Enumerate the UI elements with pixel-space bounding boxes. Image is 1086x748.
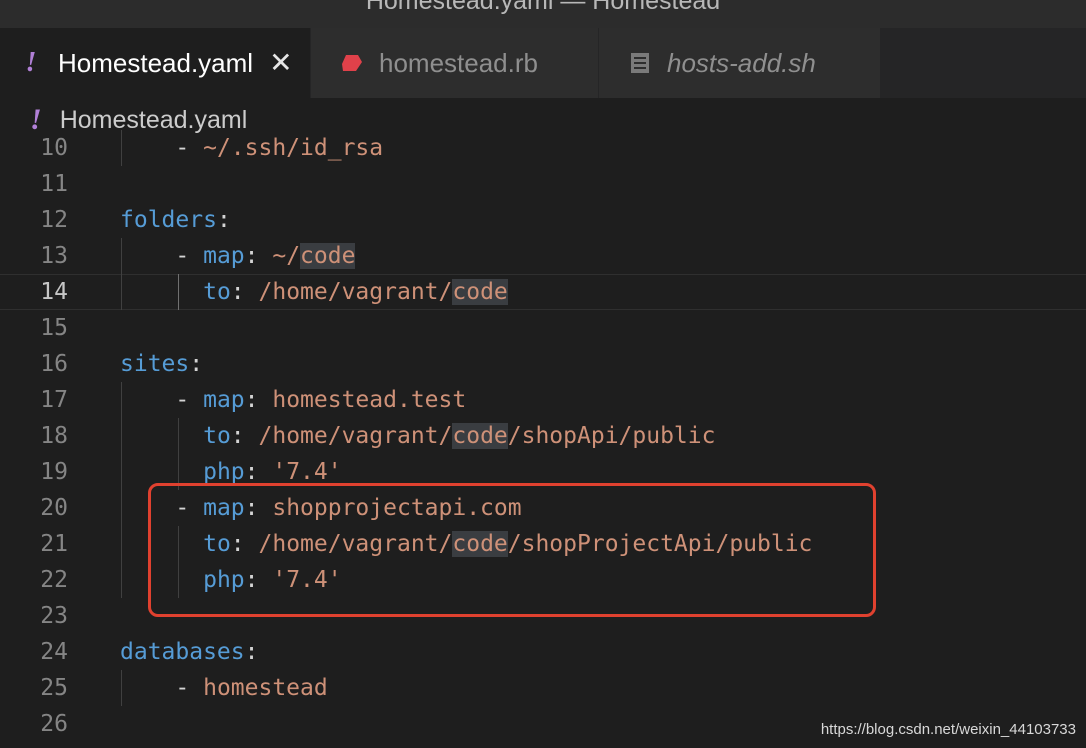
- code-token: :: [230, 279, 259, 305]
- yaml-exclamation-icon: !: [25, 47, 37, 78]
- line-code: to: /home/vagrant/code/shopApi/public: [120, 418, 715, 454]
- line-number: 19: [40, 459, 68, 485]
- line-code: - map: homestead.test: [120, 382, 466, 418]
- line-code: - map: ~/code: [120, 238, 356, 274]
- window-title: Homestead.yaml — Homestead: [365, 0, 721, 15]
- editor-tab-bar: ! Homestead.yaml ✕ homestead.rb hosts-ad…: [0, 28, 1086, 98]
- code-token: -: [120, 387, 204, 413]
- tab-homestead-yaml[interactable]: ! Homestead.yaml ✕: [0, 28, 310, 98]
- line-number: 18: [40, 423, 68, 449]
- tab-label: homestead.rb: [379, 47, 538, 78]
- line-number: 26: [40, 711, 68, 737]
- line-code: sites:: [120, 346, 203, 382]
- highlight-annotation-box: [148, 483, 876, 617]
- code-token: -: [120, 135, 204, 161]
- tab-label: Homestead.yaml: [58, 47, 254, 78]
- code-line[interactable]: 12 folders:: [0, 202, 1086, 238]
- code-line[interactable]: 17 - map: homestead.test: [0, 382, 1086, 418]
- line-number: 11: [40, 171, 68, 197]
- shell-file-icon: [627, 52, 653, 74]
- code-token: :: [189, 351, 204, 377]
- line-number: 10: [40, 135, 68, 161]
- line-number: 14: [40, 279, 68, 305]
- code-line[interactable]: 25 - homestead: [0, 670, 1086, 706]
- code-token: sites: [120, 351, 190, 377]
- code-editor[interactable]: 10 - ~/.ssh/id_rsa 11 12 folders: 13 - map: …: [0, 130, 1086, 748]
- line-number: 16: [40, 351, 68, 377]
- code-token: /home/vagrant/: [258, 279, 453, 305]
- line-number: 13: [40, 243, 68, 269]
- tab-homestead-rb[interactable]: homestead.rb: [311, 28, 598, 98]
- close-icon[interactable]: ✕: [269, 49, 292, 77]
- line-number: 21: [40, 531, 68, 557]
- code-token: databases: [120, 639, 245, 665]
- indent-guide: [178, 274, 179, 310]
- code-token: to: [203, 279, 231, 305]
- indent-guide: [178, 418, 179, 490]
- code-line[interactable]: 11: [0, 166, 1086, 202]
- ruby-gem-icon: [339, 53, 365, 73]
- code-token: :: [230, 423, 259, 449]
- code-token: folders: [120, 207, 217, 233]
- code-token: ~/: [272, 243, 301, 269]
- line-number: 24: [40, 639, 68, 665]
- tab-hosts-add-sh[interactable]: hosts-add.sh: [599, 28, 880, 98]
- code-token: :: [244, 387, 273, 413]
- line-code: folders:: [120, 202, 231, 238]
- code-token: :: [244, 459, 273, 485]
- code-token: map: [203, 387, 245, 413]
- line-code: databases:: [120, 634, 258, 670]
- code-token: /home/vagrant/: [258, 423, 453, 449]
- line-number: 23: [40, 603, 68, 629]
- code-token: /shopApi/public: [507, 423, 716, 449]
- code-line[interactable]: 24 databases:: [0, 634, 1086, 670]
- line-code: - ~/.ssh/id_rsa: [120, 130, 383, 166]
- code-token: homestead.test: [272, 387, 467, 413]
- code-token: :: [244, 243, 273, 269]
- code-token: -: [120, 675, 204, 701]
- code-token: '7.4': [272, 459, 342, 485]
- code-line[interactable]: 16 sites:: [0, 346, 1086, 382]
- indent-guide: [121, 670, 122, 706]
- code-token: code: [452, 279, 508, 305]
- code-token: ~/.ssh/id_rsa: [203, 135, 384, 161]
- indent-guide: [121, 238, 122, 310]
- code-token: homestead: [203, 675, 328, 701]
- indent-guide: [121, 382, 122, 598]
- line-number: 20: [40, 495, 68, 521]
- code-line[interactable]: 10 - ~/.ssh/id_rsa: [0, 130, 1086, 166]
- line-number: 22: [40, 567, 68, 593]
- code-line[interactable]: 18 to: /home/vagrant/code/shopApi/public: [0, 418, 1086, 454]
- code-token: php: [203, 459, 245, 485]
- window-titlebar: Homestead.yaml — Homestead: [0, 0, 1086, 28]
- code-token: :: [216, 207, 231, 233]
- tab-label: hosts-add.sh: [667, 47, 816, 78]
- indent-guide: [121, 130, 122, 166]
- code-line[interactable]: 13 - map: ~/code: [0, 238, 1086, 274]
- watermark: https://blog.csdn.net/weixin_44103733: [820, 721, 1076, 738]
- code-line[interactable]: 15: [0, 310, 1086, 346]
- line-number: 15: [40, 315, 68, 341]
- code-token: code: [300, 243, 356, 269]
- line-number: 25: [40, 675, 68, 701]
- code-token: map: [203, 243, 245, 269]
- code-token: to: [203, 423, 231, 449]
- line-number: 12: [40, 207, 68, 233]
- code-token: :: [244, 639, 259, 665]
- code-line[interactable]: 14 to: /home/vagrant/code: [0, 274, 1086, 310]
- line-code: - homestead: [120, 670, 328, 706]
- line-number: 17: [40, 387, 68, 413]
- code-token: -: [120, 243, 204, 269]
- code-token: code: [452, 423, 508, 449]
